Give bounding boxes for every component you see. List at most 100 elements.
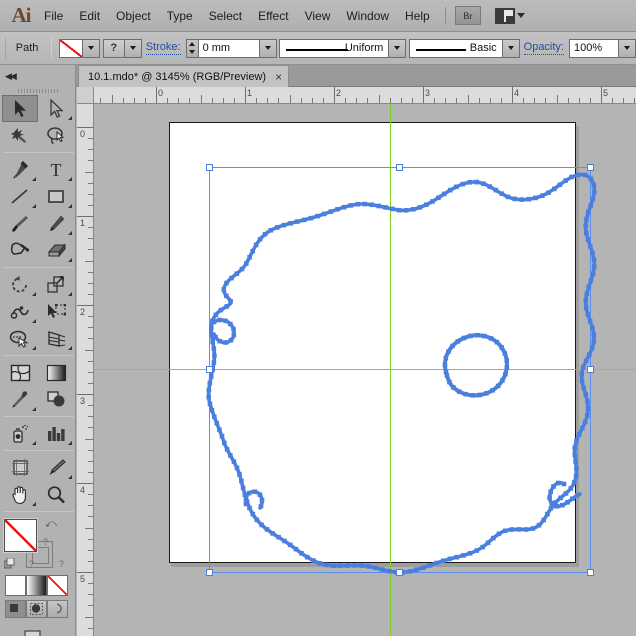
fill-swatch-none-icon[interactable]	[59, 38, 84, 58]
pencil-tool[interactable]	[38, 210, 74, 237]
stepper-down-icon[interactable]	[189, 50, 196, 55]
color-mode-white[interactable]	[5, 575, 26, 596]
color-mode-gradient[interactable]	[26, 575, 47, 596]
eraser-tool[interactable]	[38, 237, 74, 264]
menu-view[interactable]: View	[297, 6, 339, 26]
change-screen-mode-button[interactable]	[18, 628, 48, 636]
stroke-weight-label[interactable]: Stroke:	[145, 41, 181, 55]
vertical-guide[interactable]	[390, 104, 391, 636]
panel-collapse-button[interactable]: ◀◀	[0, 65, 76, 87]
anchor-point[interactable]	[590, 196, 596, 202]
menu-effect[interactable]: Effect	[250, 6, 296, 26]
paintbrush-tool[interactable]	[2, 210, 38, 237]
anchor-point[interactable]	[591, 339, 597, 344]
bbox-handle-bottom-right[interactable]	[587, 569, 594, 576]
line-segment-tool[interactable]	[2, 183, 38, 210]
column-graph-tool[interactable]	[38, 420, 74, 447]
hand-tool[interactable]	[2, 481, 38, 508]
swap-fill-stroke-icon[interactable]: ⤺	[45, 518, 57, 531]
anchor-point[interactable]	[585, 412, 590, 418]
shape-builder-tool[interactable]	[2, 325, 38, 352]
anchor-point[interactable]	[590, 271, 596, 276]
lasso-tool[interactable]	[38, 122, 74, 149]
width-tool[interactable]	[2, 298, 38, 325]
bbox-handle-top-center[interactable]	[396, 164, 403, 171]
menu-select[interactable]: Select	[201, 6, 250, 26]
draw-normal-button[interactable]	[5, 600, 26, 618]
anchor-point[interactable]	[583, 358, 589, 364]
anchor-point[interactable]	[579, 371, 585, 377]
stroke-weight-stepper[interactable]	[185, 38, 198, 58]
anchor-point[interactable]	[584, 230, 589, 236]
opacity-dropdown-button[interactable]	[619, 38, 636, 58]
vertical-ruler[interactable]: 0 1 2 3 4 5	[77, 104, 94, 636]
color-mode-none[interactable]	[47, 575, 68, 596]
anchor-point[interactable]	[582, 419, 588, 425]
bbox-handle-middle-left[interactable]	[206, 366, 213, 373]
symbol-sprayer-tool[interactable]	[2, 420, 38, 447]
draw-behind-button[interactable]	[26, 600, 47, 618]
type-tool[interactable]: T	[38, 156, 74, 183]
stroke-profile-dropdown-button[interactable]	[389, 38, 407, 58]
eyedropper-tool[interactable]	[2, 386, 38, 413]
anchor-point[interactable]	[591, 264, 597, 270]
anchor-point[interactable]	[584, 291, 590, 296]
document-tab[interactable]: 10.1.mdo* @ 3145% (RGB/Preview) ×	[78, 65, 290, 87]
anchor-point[interactable]	[591, 332, 597, 337]
bbox-handle-middle-right[interactable]	[587, 366, 594, 373]
opacity-label[interactable]: Opacity:	[523, 41, 564, 55]
stroke-weight-control[interactable]: 0 mm	[185, 38, 277, 58]
anchor-point[interactable]	[583, 298, 589, 303]
anchor-point[interactable]	[583, 305, 589, 310]
control-bar-grip[interactable]	[4, 37, 6, 59]
perspective-grid-tool[interactable]	[38, 325, 74, 352]
slice-tool[interactable]	[38, 454, 74, 481]
bbox-handle-bottom-center[interactable]	[396, 569, 403, 576]
fill-color-box[interactable]	[4, 519, 37, 552]
arrange-documents-button[interactable]	[494, 7, 525, 24]
anchor-point[interactable]	[591, 182, 597, 188]
selection-tool[interactable]	[2, 95, 38, 122]
fill-color-control[interactable]	[59, 38, 101, 58]
menu-help[interactable]: Help	[397, 6, 438, 26]
anchor-point[interactable]	[585, 399, 590, 404]
draw-inside-button[interactable]	[47, 600, 68, 618]
anchor-point[interactable]	[584, 216, 589, 222]
brush-definition-control[interactable]: Basic	[408, 38, 520, 58]
artboard-tool[interactable]	[2, 454, 38, 481]
magic-wand-tool[interactable]	[2, 122, 38, 149]
zoom-tool[interactable]	[38, 481, 74, 508]
stepper-up-icon[interactable]	[189, 41, 196, 46]
anchor-point[interactable]	[579, 378, 585, 384]
horizontal-ruler[interactable]: 0 1 2 3 4 5	[77, 87, 636, 104]
stroke-weight-input[interactable]: 0 mm	[197, 38, 260, 58]
menu-file[interactable]: File	[36, 6, 71, 26]
default-fill-stroke-icon[interactable]	[4, 558, 16, 570]
blend-tool[interactable]	[38, 386, 74, 413]
mesh-tool[interactable]	[2, 359, 38, 386]
close-icon[interactable]: ×	[275, 71, 282, 83]
fill-dropdown-button[interactable]	[83, 38, 101, 58]
stroke-weight-dropdown-button[interactable]	[259, 38, 277, 58]
anchor-point[interactable]	[591, 257, 597, 263]
bbox-handle-bottom-left[interactable]	[206, 569, 213, 576]
pen-tool[interactable]	[2, 156, 38, 183]
menu-edit[interactable]: Edit	[71, 6, 108, 26]
anchor-point[interactable]	[591, 189, 597, 195]
direct-selection-tool[interactable]	[38, 95, 74, 122]
menu-object[interactable]: Object	[108, 6, 159, 26]
menu-type[interactable]: Type	[159, 6, 201, 26]
stroke-color-control[interactable]: ?	[102, 38, 142, 58]
bbox-handle-top-left[interactable]	[206, 164, 213, 171]
gradient-tool[interactable]	[38, 359, 74, 386]
free-transform-tool[interactable]	[38, 298, 74, 325]
stroke-dropdown-button[interactable]	[124, 38, 142, 58]
stroke-swatch-unknown-icon[interactable]: ?	[102, 38, 125, 58]
anchor-point[interactable]	[581, 385, 586, 391]
rectangle-tool[interactable]	[38, 183, 74, 210]
go-to-bridge-button[interactable]: Br	[454, 6, 481, 25]
blob-brush-tool[interactable]	[2, 237, 38, 264]
menu-window[interactable]: Window	[338, 6, 397, 26]
rotate-tool[interactable]	[2, 271, 38, 298]
canvas[interactable]	[94, 104, 636, 636]
